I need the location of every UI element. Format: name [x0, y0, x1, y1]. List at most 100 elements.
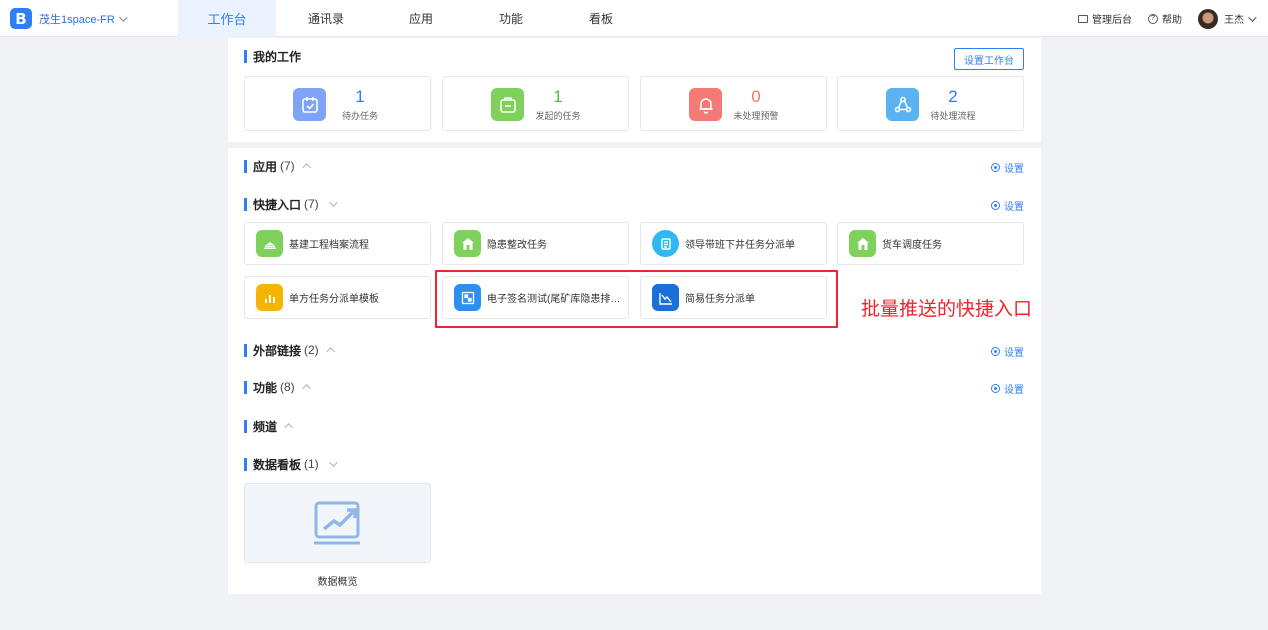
- gear-icon: [991, 347, 1000, 356]
- external-links-settings-link[interactable]: 设置: [991, 344, 1024, 359]
- stat-label: 待办任务: [341, 111, 378, 121]
- help-label: 帮助: [1162, 15, 1182, 26]
- quick-entry-count: (7): [304, 197, 319, 211]
- quick-entry-label: 隐患整改任务: [487, 240, 547, 251]
- top-bar: B 茂生1space-FR 工作台 通讯录 应用 功能 看板 管理后台 ? 帮助…: [0, 0, 1268, 37]
- apps-label: 应用: [253, 159, 278, 174]
- external-links-count: (2): [304, 343, 319, 357]
- settings-label: 设置: [1004, 348, 1024, 359]
- top-right-actions: 管理后台 ? 帮助 王杰: [1062, 0, 1257, 37]
- avatar: [1198, 8, 1218, 29]
- admin-console-label: 管理后台: [1092, 15, 1132, 26]
- main-nav: 工作台 通讯录 应用 功能 看板: [178, 0, 646, 37]
- quick-entry-item[interactable]: 领导带班下井任务分派单: [640, 222, 827, 265]
- quick-entry-section-title[interactable]: 快捷入口 (7): [244, 196, 338, 212]
- tab-contacts[interactable]: 通讯录: [276, 0, 376, 37]
- settings-label: 设置: [1004, 202, 1024, 213]
- annotation-text: 批量推送的快捷入口: [861, 298, 1033, 320]
- channel-label: 频道: [253, 419, 278, 434]
- functions-settings-link[interactable]: 设置: [991, 381, 1024, 396]
- tab-functions[interactable]: 功能: [466, 0, 556, 37]
- section-bar: [244, 197, 247, 211]
- bell-icon: [689, 88, 722, 121]
- org-switcher[interactable]: B 茂生1space-FR: [10, 8, 128, 29]
- line-chart-icon: [313, 501, 360, 545]
- tab-boards[interactable]: 看板: [556, 0, 646, 37]
- data-boards-label: 数据看板: [253, 457, 302, 472]
- apps-section-title[interactable]: 应用 (7): [244, 158, 311, 174]
- section-bar: [244, 380, 247, 394]
- data-boards-count: (1): [304, 457, 319, 471]
- monitor-icon: [1078, 14, 1088, 23]
- chart-icon: [256, 284, 283, 311]
- data-board-card[interactable]: [244, 483, 431, 563]
- quick-entry-label: 货车调度任务: [882, 240, 942, 251]
- external-links-section-title[interactable]: 外部链接 (2): [244, 342, 335, 358]
- external-links-label: 外部链接: [253, 343, 302, 358]
- apps-settings-link[interactable]: 设置: [991, 160, 1024, 175]
- tab-workbench[interactable]: 工作台: [178, 0, 276, 37]
- stat-value: 2: [948, 87, 958, 106]
- section-bar: [244, 343, 247, 357]
- stat-value: 1: [553, 87, 563, 106]
- stat-label: 待处理流程: [930, 111, 976, 121]
- quick-entry-label: 快捷入口: [253, 197, 302, 212]
- help-icon: ?: [1148, 13, 1158, 24]
- stat-card-todo[interactable]: 1 待办任务: [244, 76, 431, 131]
- cloud-icon: [256, 230, 283, 257]
- chevron-up-icon: [302, 163, 311, 172]
- stat-label: 未处理预警: [733, 111, 779, 121]
- gear-icon: [991, 201, 1000, 210]
- chevron-down-icon: [118, 12, 128, 22]
- my-work-title: 我的工作: [244, 48, 301, 64]
- house-icon: [454, 230, 481, 257]
- chevron-up-icon: [302, 384, 311, 393]
- section-bar: [244, 49, 247, 63]
- divider: [228, 142, 1041, 148]
- flow-icon: [886, 88, 919, 121]
- admin-console-link[interactable]: 管理后台: [1078, 11, 1132, 26]
- chevron-up-icon: [284, 423, 293, 432]
- quick-entry-settings-link[interactable]: 设置: [991, 198, 1024, 213]
- gear-icon: [991, 163, 1000, 172]
- user-menu[interactable]: 王杰: [1198, 8, 1257, 29]
- set-workbench-button[interactable]: 设置工作台: [954, 48, 1024, 70]
- quick-entry-item[interactable]: 货车调度任务: [837, 222, 1024, 265]
- briefcase-icon: [491, 88, 524, 121]
- chevron-down-icon: [1248, 12, 1257, 22]
- quick-entry-item[interactable]: 隐患整改任务: [442, 222, 629, 265]
- chevron-up-icon: [326, 347, 335, 356]
- quick-entry-item[interactable]: 单方任务分派单模板: [244, 276, 431, 319]
- my-work-label: 我的工作: [253, 49, 302, 64]
- functions-count: (8): [280, 380, 295, 394]
- quick-entry-label: 领导带班下井任务分派单: [685, 240, 795, 251]
- stat-card-flows[interactable]: 2 待处理流程: [837, 76, 1024, 131]
- highlight-box: [435, 270, 838, 328]
- settings-label: 设置: [1004, 385, 1024, 396]
- help-link[interactable]: ? 帮助: [1148, 11, 1182, 26]
- calendar-check-icon: [293, 88, 326, 121]
- section-bar: [244, 419, 247, 433]
- stat-value: 1: [355, 87, 365, 106]
- stat-label: 发起的任务: [535, 111, 581, 121]
- quick-entry-label: 基建工程档案流程: [289, 240, 369, 251]
- gear-icon: [991, 384, 1000, 393]
- brand-logo: B: [10, 8, 32, 29]
- section-bar: [244, 457, 247, 471]
- stat-card-initiated[interactable]: 1 发起的任务: [442, 76, 629, 131]
- stat-card-alerts[interactable]: 0 未处理预警: [640, 76, 827, 131]
- apps-count: (7): [280, 159, 295, 173]
- data-boards-section-title[interactable]: 数据看板 (1): [244, 456, 338, 472]
- org-name: 茂生1space-FR: [39, 13, 115, 26]
- chevron-down-icon: [328, 198, 338, 207]
- house-icon: [849, 230, 876, 257]
- functions-section-title[interactable]: 功能 (8): [244, 379, 311, 395]
- section-bar: [244, 159, 247, 173]
- user-name: 王杰: [1224, 15, 1244, 26]
- chevron-down-icon: [328, 458, 338, 467]
- quick-entry-label: 单方任务分派单模板: [289, 294, 379, 305]
- functions-label: 功能: [253, 380, 278, 395]
- tab-apps[interactable]: 应用: [376, 0, 466, 37]
- quick-entry-item[interactable]: 基建工程档案流程: [244, 222, 431, 265]
- channel-section-title[interactable]: 频道: [244, 418, 293, 434]
